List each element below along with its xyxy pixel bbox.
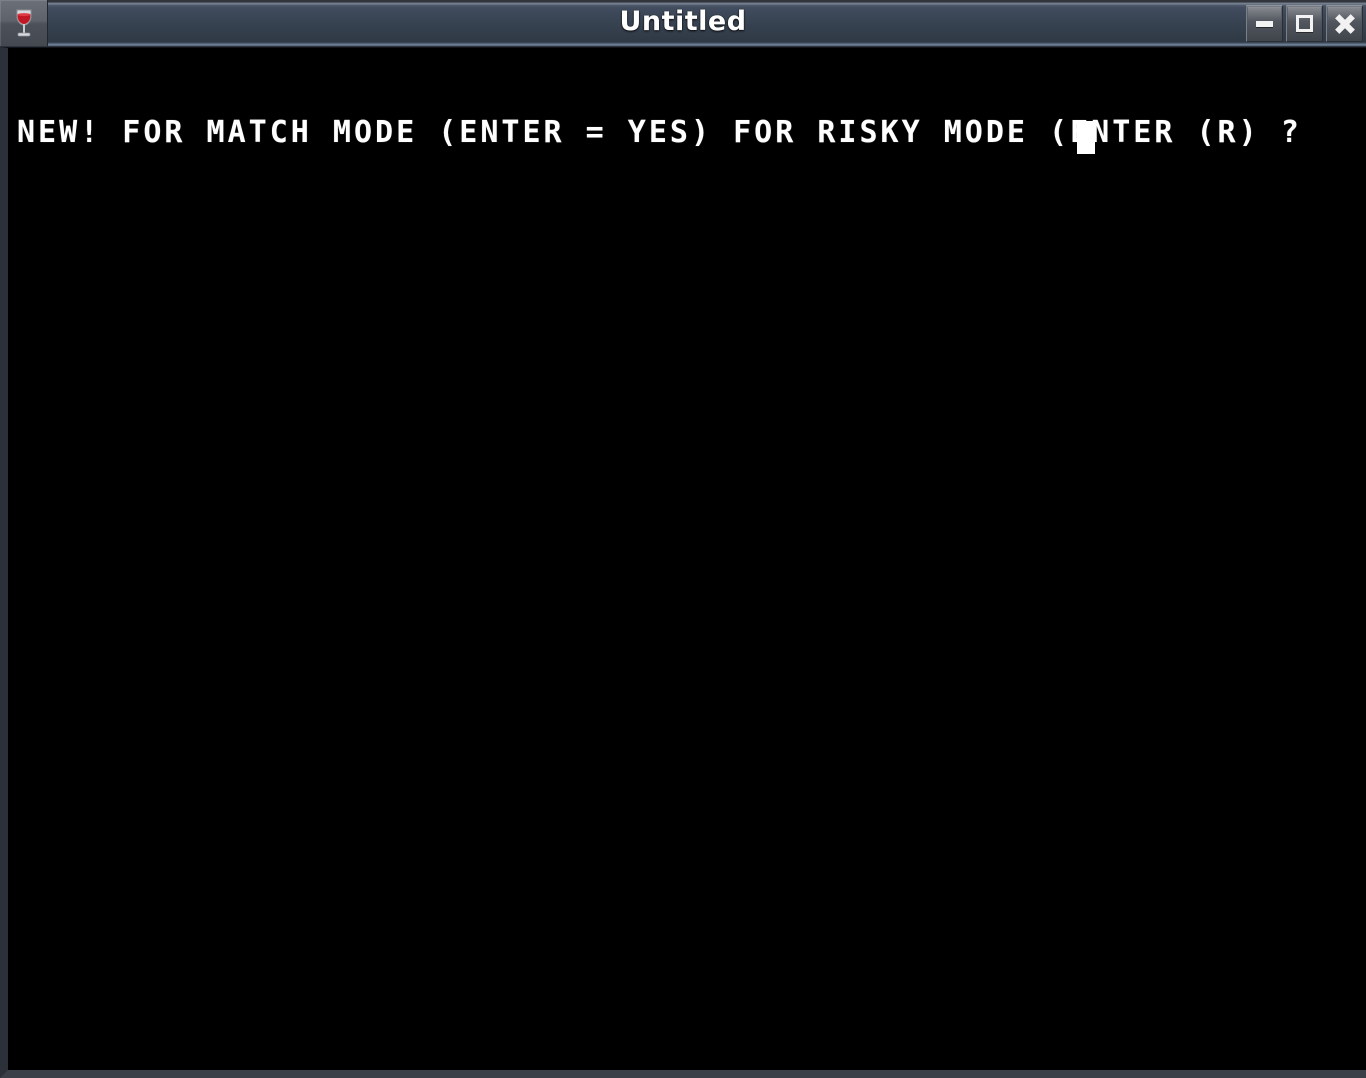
window-titlebar[interactable]: Untitled	[0, 0, 1366, 47]
close-icon	[1335, 14, 1354, 33]
minimize-icon	[1256, 20, 1273, 27]
maximize-button[interactable]	[1286, 5, 1323, 42]
maximize-icon	[1296, 15, 1313, 32]
window-title: Untitled	[619, 6, 747, 37]
window-client-frame: NEW! FOR MATCH MODE (ENTER = YES) FOR RI…	[0, 47, 1366, 1078]
system-menu-button[interactable]	[0, 0, 48, 46]
terminal-console[interactable]: NEW! FOR MATCH MODE (ENTER = YES) FOR RI…	[8, 48, 1366, 1070]
terminal-prompt-line: NEW! FOR MATCH MODE (ENTER = YES) FOR RI…	[17, 115, 1302, 150]
close-button[interactable]	[1326, 5, 1363, 42]
window-controls	[1246, 5, 1363, 42]
wine-glass-icon	[11, 7, 37, 39]
minimize-button[interactable]	[1246, 5, 1283, 42]
application-window: Untitled NEW! FOR MATCH MODE (ENTER = YE…	[0, 0, 1366, 1078]
terminal-cursor	[1077, 121, 1095, 154]
